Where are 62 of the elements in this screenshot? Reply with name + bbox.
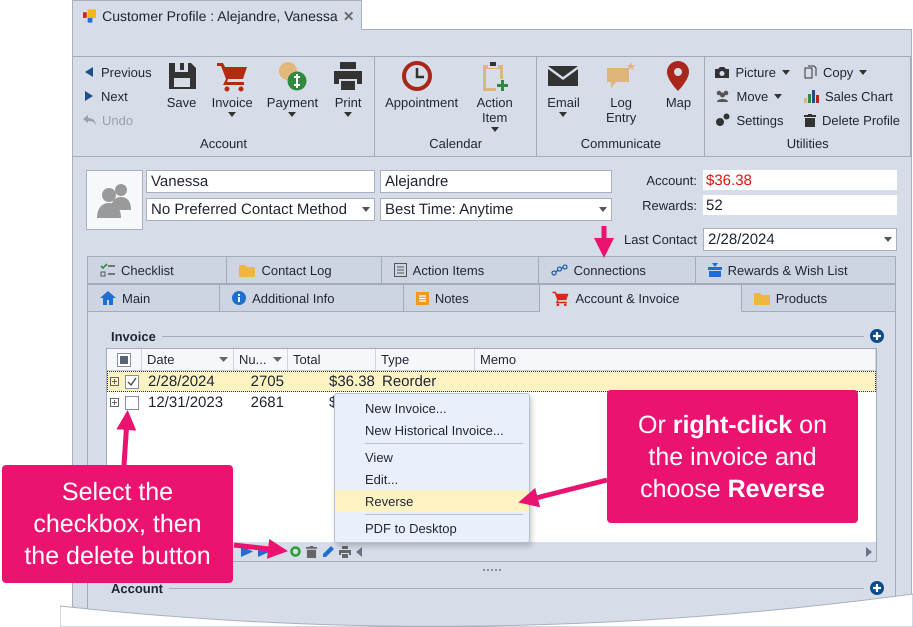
window-title: Customer Profile : Alejandre, Vanessa [102,8,338,24]
ribbon-button[interactable]: Next [81,84,154,108]
column-header[interactable]: Date [142,349,234,370]
column-header[interactable]: Nu... [234,349,288,370]
menu-item[interactable]: New Invoice... [335,397,529,419]
ribbon-button[interactable]: Sales Chart [802,84,902,108]
ribbon-group-label: Account [199,136,248,153]
section-title: Invoice [110,328,156,344]
tab[interactable]: Contact Log [227,256,382,284]
invoice-row[interactable]: 2/28/2024 2705 $36.38 Reorder [107,371,876,392]
column-header[interactable]: Total [288,349,376,370]
table-cell-text: $36.38 [328,372,376,391]
tab[interactable]: Connections [538,256,696,284]
tab[interactable]: Rewards & Wish List [696,256,896,284]
table-cell-text: 12/31/2023 [147,393,224,412]
first-name-field[interactable]: Vanessa [146,170,375,193]
table-cell-text: 2681 [250,393,285,412]
ribbon-group-label: Communicate [580,136,662,153]
table-cell-text: 2705 [250,372,285,391]
ribbon-button[interactable]: Email [541,58,586,119]
callout: Select the checkbox, then the delete button [2,465,233,583]
tab[interactable]: Additional Info [220,284,404,312]
callout: Or right-click on the invoice and choose Reverse [607,390,858,523]
ribbon-button[interactable]: Map [656,58,700,110]
column-header[interactable]: Memo [475,349,876,370]
tab[interactable]: Main [87,284,220,312]
ribbon-group-label: Calendar [428,136,484,153]
menu-item[interactable]: Edit... [335,468,529,490]
ribbon-group-label: Utilities [786,136,830,153]
column-header[interactable]: Type [376,349,475,370]
field-label: Account: [645,172,697,188]
ribbon-button[interactable]: Delete Profile [802,108,902,132]
table-cell-text: Reorder [381,372,438,391]
contact-method-dropdown[interactable]: No Preferred Contact Method [146,198,375,221]
account-balance-field[interactable]: $36.38 [703,170,897,190]
table-cell-text: 2/28/2024 [147,372,216,391]
best-time-dropdown[interactable]: Best Time: Anytime [380,198,612,221]
tab[interactable]: Account & Invoice [540,284,742,312]
menu-item[interactable]: New Historical Invoice... [335,419,529,441]
tab[interactable]: Notes [404,284,540,312]
tab[interactable]: Action Items [382,256,539,284]
ribbon-button[interactable]: Payment [260,58,324,119]
ribbon-button[interactable]: Picture [713,60,792,84]
tab[interactable]: Products [742,284,896,312]
ribbon-button[interactable]: Print [326,58,370,119]
last-contact-dropdown[interactable]: 2/28/2024 [703,228,897,251]
field-label: Rewards: [641,198,697,212]
tab[interactable]: Checklist [87,256,228,284]
rewards-field[interactable]: 52 [703,195,897,215]
ribbon-button[interactable]: Appointment [379,58,456,110]
ribbon-button[interactable]: Save [160,58,204,110]
menu-item[interactable]: Reverse [335,490,529,512]
last-name-field[interactable]: Alejandre [380,170,612,193]
ribbon-button[interactable]: Action Item [457,58,532,134]
ribbon-button[interactable]: Copy [802,60,902,84]
ribbon-button[interactable]: Previous [81,60,154,84]
ribbon-button[interactable]: Invoice [206,58,259,119]
section-title: Account [110,580,163,596]
ribbon-button[interactable]: Settings [713,108,792,132]
ribbon-button[interactable]: Move [713,84,792,108]
field-label: Last Contact [624,232,697,247]
ribbon-button[interactable]: Log Entry [588,58,654,125]
